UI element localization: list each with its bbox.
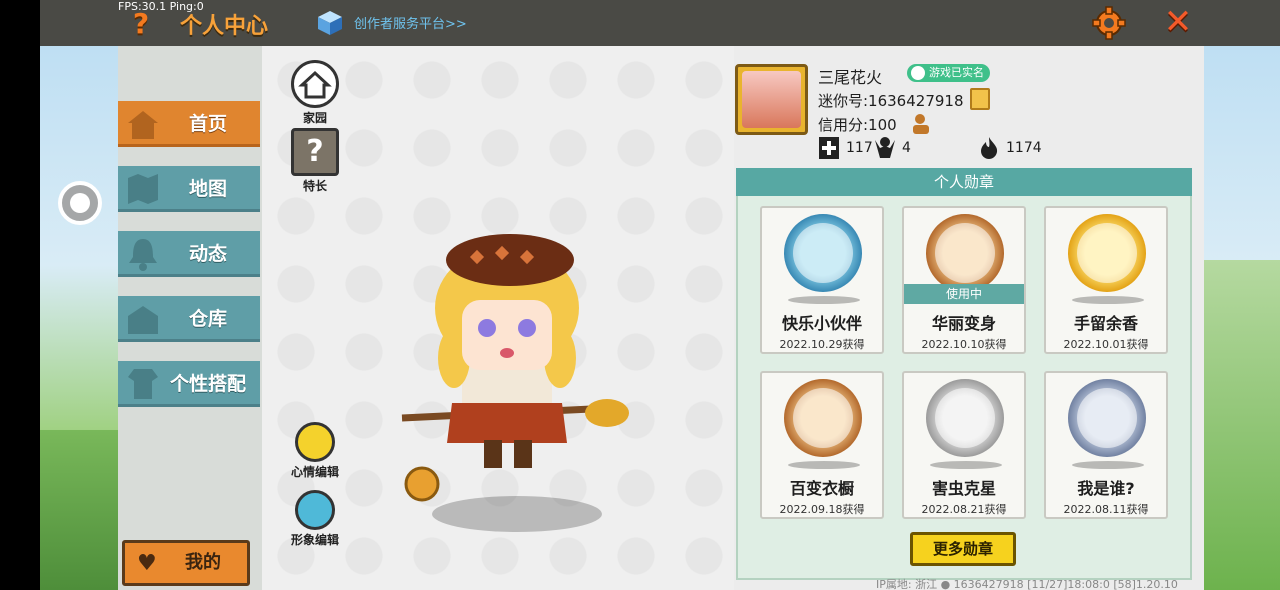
badge-card[interactable]: 害虫克星 2022.08.21获得 [902, 371, 1026, 519]
avatar-image [742, 71, 801, 128]
sidebar-item-label: 地图 [188, 178, 227, 200]
gear-icon[interactable] [1092, 6, 1126, 40]
mood-edit-button[interactable]: 心情编辑 [290, 422, 340, 480]
my-button-label: 我的 [185, 552, 221, 573]
badge-name: 华丽变身 [931, 314, 996, 333]
badge-date: 2022.08.21获得 [921, 503, 1007, 516]
user-shield-icon[interactable] [909, 112, 933, 136]
house-icon [291, 60, 339, 108]
fans-icon [875, 137, 895, 158]
medal-shadow [788, 461, 860, 469]
creator-platform-link[interactable]: 创作者服务平台>> [354, 13, 467, 32]
badge-card[interactable]: 快乐小伙伴 2022.10.29获得 [760, 206, 884, 354]
badge-card[interactable]: 百变衣橱 2022.09.18获得 [760, 371, 884, 519]
edit-icon [295, 422, 335, 462]
appearance-edit-label: 形象编辑 [290, 533, 339, 547]
badge-name: 手留余香 [1073, 314, 1138, 333]
followers-count: 4 [902, 140, 911, 156]
likes-count: 117 [846, 140, 873, 156]
medal-icon [1068, 214, 1146, 292]
medal-icon [926, 214, 1004, 292]
player-character [401, 234, 629, 502]
outfit-icon [128, 369, 158, 399]
in-use-label: 使用中 [904, 284, 1024, 304]
my-button[interactable]: ♥ 我的 [122, 540, 250, 586]
sidebar-item-label: 动态 [188, 243, 227, 265]
heat-count: 1174 [1006, 140, 1042, 156]
sidebar-item-label: 仓库 [188, 308, 227, 330]
shirt-icon [295, 490, 335, 530]
badge-date: 2022.08.11获得 [1063, 503, 1149, 516]
question-mark-icon: ? [291, 128, 339, 176]
heart-icon: ♥ [137, 551, 157, 576]
sidebar-item-label: 首页 [188, 113, 227, 135]
warehouse-icon [128, 306, 158, 334]
talent-button[interactable]: ? 特长 [290, 128, 340, 194]
talent-label: 特长 [302, 179, 327, 193]
sidebar-item-home[interactable]: 首页 [118, 101, 260, 147]
screen-edge [0, 0, 40, 590]
medal-shadow [1072, 461, 1144, 469]
map-icon [128, 174, 158, 204]
page-title: 个人中心 [180, 14, 269, 39]
medal-icon [784, 379, 862, 457]
game-scenery-left [40, 430, 118, 590]
medal-icon [784, 214, 862, 292]
mood-edit-label: 心情编辑 [290, 465, 339, 479]
appearance-edit-button[interactable]: 形象编辑 [290, 490, 340, 548]
close-icon[interactable]: ✕ [1160, 4, 1196, 40]
more-badges-button[interactable]: 更多勋章 [910, 532, 1016, 566]
mini-id: 迷你号:1636427918 [818, 92, 964, 110]
floating-assistive-button[interactable] [58, 181, 102, 225]
plus-badge-icon [819, 137, 839, 159]
footer-info: IP属地: 浙江 ● 1636427918 [11/27]18:08:0 [58… [876, 578, 1178, 590]
sidebar-item-map[interactable]: 地图 [118, 166, 260, 212]
home-button[interactable]: 家园 [290, 60, 340, 126]
badge-date: 2022.10.29获得 [779, 338, 865, 351]
copy-icon[interactable] [970, 88, 990, 110]
badge-name: 我是谁? [1077, 479, 1135, 498]
credit-score: 信用分:100 [818, 116, 897, 134]
question-icon[interactable]: ? [128, 8, 154, 40]
sidebar-item-label: 个性搭配 [169, 373, 246, 395]
badge-date: 2022.10.01获得 [1063, 338, 1149, 351]
medal-icon [926, 379, 1004, 457]
nickname: 三尾花火 [818, 68, 883, 87]
badge-panel-title: 个人勋章 [736, 168, 1192, 196]
medal-icon [1068, 379, 1146, 457]
cube-icon[interactable] [316, 9, 344, 37]
badge-name: 快乐小伙伴 [781, 314, 862, 333]
badge-card[interactable]: 手留余香 2022.10.01获得 [1044, 206, 1168, 354]
badge-name: 百变衣橱 [789, 479, 854, 498]
home-label: 家园 [302, 111, 327, 125]
medal-shadow [788, 296, 860, 304]
bell-icon [129, 239, 157, 271]
badge-name: 害虫克星 [931, 479, 996, 498]
game-scenery-right [1202, 260, 1280, 590]
badge-date: 2022.10.10获得 [921, 338, 1007, 351]
avatar[interactable] [735, 64, 808, 135]
verified-badge: 游戏已实名 [907, 64, 990, 82]
character-shadow [432, 496, 602, 532]
badge-card[interactable]: 我是谁? 2022.08.11获得 [1044, 371, 1168, 519]
badge-date: 2022.09.18获得 [779, 503, 865, 516]
medal-shadow [1072, 296, 1144, 304]
house-icon [128, 111, 158, 139]
sidebar-item-warehouse[interactable]: 仓库 [118, 296, 260, 342]
badge-card[interactable]: 使用中 华丽变身 2022.10.10获得 [902, 206, 1026, 354]
flame-icon [981, 137, 998, 159]
sidebar-item-feed[interactable]: 动态 [118, 231, 260, 277]
sidebar-item-outfit[interactable]: 个性搭配 [118, 361, 260, 407]
medal-shadow [930, 461, 1002, 469]
